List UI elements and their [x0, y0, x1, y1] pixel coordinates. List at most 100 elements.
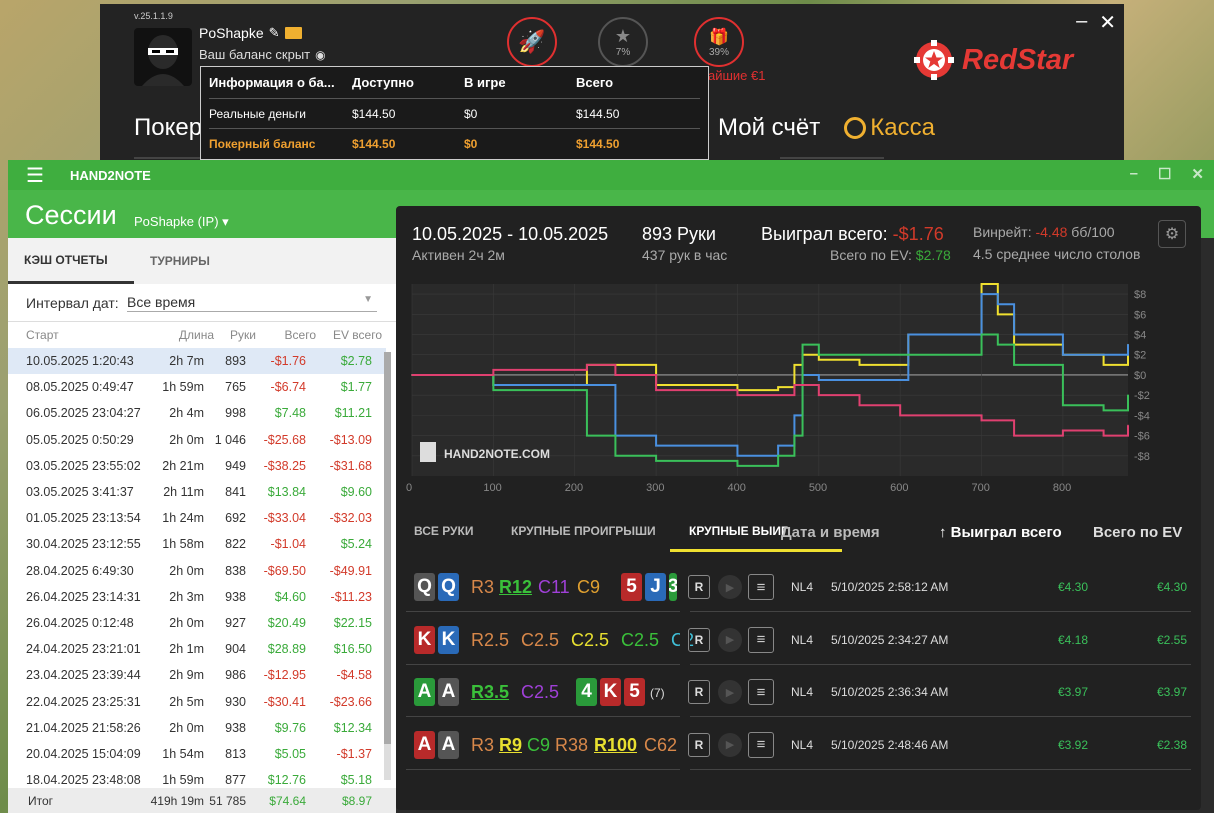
- hole-card: A: [414, 730, 435, 759]
- close-icon[interactable]: ✕: [1191, 165, 1204, 183]
- table-row[interactable]: 30.04.2025 23:12:55 1h 58m 822 -$1.04 $5.24: [8, 531, 386, 557]
- hole-card: Q: [414, 573, 435, 601]
- data-point: [777, 444, 779, 447]
- table-row[interactable]: 26.04.2025 0:12:48 2h 0m 927 $20.49 $22.15: [8, 610, 386, 636]
- data-point: [818, 394, 820, 396]
- table-row[interactable]: 28.04.2025 6:49:30 2h 0m 838 -$69.50 -$49.91: [8, 558, 386, 584]
- col-length[interactable]: Длина: [179, 328, 214, 342]
- play-icon[interactable]: ▶: [718, 575, 742, 599]
- col-won-total[interactable]: ↑ Выиграл всего: [939, 524, 1062, 541]
- table-row[interactable]: 10.05.2025 1:20:43 2h 7m 893 -$1.76 $2.78: [8, 348, 386, 375]
- hand-row[interactable]: A A R3 R9 C9 R38 R100 C62 R ▶ ≡ NL4 5/10/2025 2:48:4…: [406, 717, 1191, 770]
- nav-poker[interactable]: Покер: [134, 114, 202, 142]
- tab-tournaments[interactable]: ТУРНИРЫ: [150, 238, 210, 284]
- rocket-button[interactable]: 🚀: [507, 17, 557, 67]
- hand-row[interactable]: KKR2.5C2.5C2.5C2.5C2R▶≡NL45/10/2025 2:34…: [406, 612, 1191, 665]
- hole-card: K: [438, 625, 459, 654]
- title-bar: ☰ HAND2NOTE – ☐ ✕: [8, 160, 1214, 190]
- gift-progress[interactable]: 🎁 39%: [694, 17, 744, 67]
- col-start[interactable]: Старт: [26, 328, 59, 342]
- col-total[interactable]: Всего: [285, 328, 316, 342]
- table-row[interactable]: 22.04.2025 23:25:31 2h 5m 930 -$30.41 -$23.6…: [8, 689, 386, 715]
- action-label: C2.5: [571, 629, 610, 650]
- hand-row[interactable]: A A R3.5 C2.5 4 K 5 (7) R ▶ ≡ NL4 5/10/2025 2:36:34 …: [406, 665, 1191, 717]
- cell-hands: 838: [225, 563, 246, 578]
- action-label: C2.5: [621, 629, 660, 650]
- minimize-icon[interactable]: –: [1130, 165, 1138, 183]
- hand-row[interactable]: Q Q R3 R12 C11 C9 5 J 3 R ▶ ≡ NL4 5/10/2025 2:58:12 A…: [406, 560, 1191, 612]
- play-icon[interactable]: ▶: [718, 627, 742, 652]
- player-selector[interactable]: PoShapke (IP) ▾: [134, 214, 229, 230]
- col-datetime[interactable]: Дата и время: [781, 524, 880, 541]
- table-row[interactable]: 23.04.2025 23:39:44 2h 9m 986 -$12.95 -$4.58: [8, 662, 386, 688]
- x-tick-label: 600: [890, 482, 908, 494]
- pencil-icon[interactable]: ✎: [269, 25, 280, 41]
- cell-total: $4.60: [274, 589, 306, 604]
- table-row[interactable]: 01.05.2025 23:13:54 1h 24m 692 -$33.04 -$32.…: [8, 505, 386, 531]
- replay-button[interactable]: R: [688, 680, 710, 704]
- play-icon[interactable]: ▶: [718, 680, 742, 704]
- table-row[interactable]: 26.04.2025 23:14:31 2h 3m 938 $4.60 -$11.23: [8, 584, 386, 610]
- maximize-icon[interactable]: ☐: [1158, 165, 1171, 183]
- table-row[interactable]: 08.05.2025 0:49:47 1h 59m 765 -$6.74 $1.77: [8, 374, 386, 400]
- col-ev-total[interactable]: Всего по EV: [1093, 524, 1182, 541]
- cell-ev: $9.60: [340, 485, 372, 499]
- avatar[interactable]: [134, 28, 192, 86]
- replay-button[interactable]: R: [688, 575, 710, 599]
- table-row[interactable]: 06.05.2025 23:04:27 2h 4m 998 $7.48 $11.21: [8, 400, 386, 426]
- y-tick-label: $6: [1134, 309, 1146, 321]
- replay-button[interactable]: R: [688, 627, 710, 652]
- data-point: [793, 384, 796, 386]
- cell-start: 26.04.2025 23:14:31: [26, 589, 141, 604]
- table-row[interactable]: 03.05.2025 3:41:37 2h 11m 841 $13.84 $9.60: [8, 479, 386, 505]
- table-row[interactable]: 21.04.2025 21:58:26 2h 0m 938 $9.76 $12.34: [8, 715, 386, 741]
- notes-icon[interactable]: ≡: [748, 574, 774, 600]
- col-ev-total[interactable]: EV всего: [333, 328, 382, 342]
- tab-all-hands[interactable]: ВСЕ РУКИ: [414, 524, 473, 538]
- cell-total: -$1.76: [270, 354, 306, 368]
- avg-tables: 4.5 среднее число столов: [973, 246, 1141, 262]
- settings-gear-icon[interactable]: ⚙: [1158, 220, 1186, 248]
- action-label: C2.5: [521, 682, 560, 702]
- x-tick-label: 800: [1053, 482, 1071, 494]
- minimize-icon[interactable]: –: [1076, 10, 1087, 35]
- hamburger-menu-icon[interactable]: ☰: [26, 163, 44, 188]
- cell-hands: 822: [225, 537, 246, 552]
- notes-icon[interactable]: ≡: [748, 731, 774, 758]
- tooltip-col-available: Доступно: [352, 75, 414, 90]
- close-icon[interactable]: ✕: [1099, 10, 1116, 35]
- tab-big-losses[interactable]: КРУПНЫЕ ПРОИГРЫШИ: [511, 524, 656, 538]
- tab-cash[interactable]: КЭШ ОТЧЕТЫ: [8, 238, 134, 284]
- replay-button[interactable]: R: [688, 732, 710, 757]
- scrollbar-thumb[interactable]: [384, 352, 391, 744]
- date-filter-select[interactable]: Все время ▼: [127, 294, 377, 312]
- data-point: [858, 404, 861, 407]
- table-row[interactable]: 03.05.2025 23:55:02 2h 21m 949 -$38.25 -$31.…: [8, 453, 386, 479]
- table-row[interactable]: 05.05.2025 0:50:29 2h 0m 1 046 -$25.68 -$13.…: [8, 427, 386, 453]
- table-row[interactable]: 20.04.2025 15:04:09 1h 54m 813 $5.05 -$1.37: [8, 741, 386, 767]
- tooltip-cell: $144.50: [352, 137, 396, 151]
- gift-note: айшие €1: [708, 68, 766, 83]
- col-hands[interactable]: Руки: [230, 328, 256, 342]
- cell-start: 10.05.2025 1:20:43: [26, 354, 134, 368]
- table-row[interactable]: 24.04.2025 23:21:01 2h 1m 904 $28.89 $16.50: [8, 636, 386, 662]
- star-progress[interactable]: ★ 7%: [598, 17, 648, 67]
- nav-cashier[interactable]: Касса: [844, 114, 935, 142]
- play-icon[interactable]: ▶: [718, 732, 742, 757]
- scrollbar[interactable]: [384, 352, 391, 780]
- notes-icon[interactable]: ≡: [748, 626, 774, 653]
- cell-ev: -$4.58: [336, 668, 372, 683]
- eye-icon[interactable]: ◉: [315, 48, 325, 62]
- notes-icon[interactable]: ≡: [748, 679, 774, 705]
- y-tick-label: $0: [1134, 370, 1146, 382]
- tab-big-wins[interactable]: КРУПНЫЕ ВЫИГ: [689, 524, 788, 538]
- nav-account[interactable]: Мой счёт: [718, 114, 820, 142]
- mail-icon[interactable]: [284, 27, 302, 39]
- cell-start: 05.05.2025 0:50:29: [26, 432, 134, 447]
- cell-total: -$38.25: [263, 458, 306, 473]
- y-tick-label: $4: [1134, 330, 1146, 342]
- active-tab-indicator: [670, 549, 842, 552]
- nav-right: Мой счёт Касса: [718, 114, 935, 142]
- x-tick-label: 700: [972, 482, 990, 494]
- balance-tooltip: Информация о ба... Доступно В игре Всего…: [200, 66, 709, 160]
